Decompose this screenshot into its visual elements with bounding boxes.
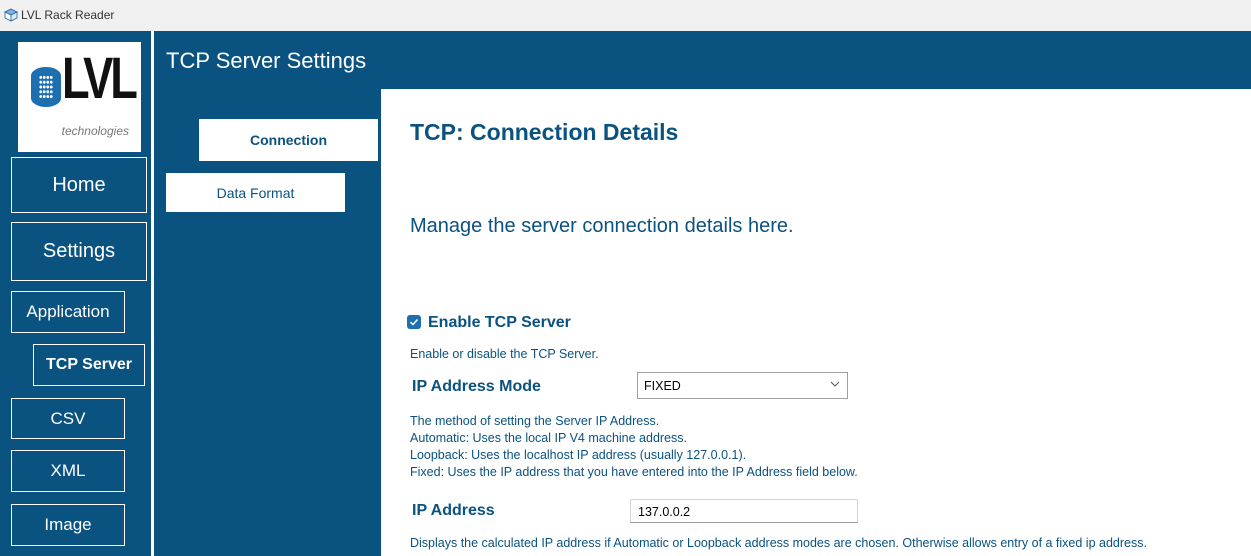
ip-mode-value: FIXED [644,379,681,393]
enable-tcp-label[interactable]: Enable TCP Server [428,314,571,332]
page-header: TCP Server Settings [151,31,1251,89]
ip-mode-help-line: Fixed: Uses the IP address that you have… [410,465,858,479]
tab-data-format[interactable]: Data Format [166,173,345,212]
ip-mode-help-line: Loopback: Uses the localhost IP address … [410,448,747,462]
nav-settings-button[interactable]: Settings [11,222,147,281]
ip-address-help: Displays the calculated IP address if Au… [410,536,1147,550]
ip-mode-select[interactable]: FIXED [637,372,848,399]
ip-mode-help: The method of setting the Server IP Addr… [410,413,858,481]
main-content: TCP: Connection Details Manage the serve… [381,89,1251,556]
window-title: LVL Rack Reader [21,8,115,22]
nav-home-button[interactable]: Home [11,157,147,213]
nav-tcp-server-button[interactable]: TCP Server [33,344,145,386]
box-icon [4,8,18,22]
left-nav: LVL technologies Home Settings Applicati… [0,31,151,556]
settings-subnav: Connection Data Format [151,89,381,556]
logo-brand: LVL [62,46,138,111]
logo-tagline: technologies [61,124,129,138]
nav-csv-button[interactable]: CSV [11,398,125,439]
section-title: TCP: Connection Details [410,119,679,145]
nav-xml-button[interactable]: XML [11,450,125,492]
ip-mode-label: IP Address Mode [412,378,541,395]
section-description: Manage the server connection details her… [410,215,794,237]
enable-tcp-checkbox[interactable] [407,315,421,329]
page-title: TCP Server Settings [166,48,367,73]
ip-mode-help-line: Automatic: Uses the local IP V4 machine … [410,431,687,445]
checkmark-icon [409,318,419,326]
ip-mode-help-line: The method of setting the Server IP Addr… [410,414,660,428]
logo-badge [31,67,61,107]
nav-image-button[interactable]: Image [11,504,125,546]
enable-tcp-help: Enable or disable the TCP Server. [410,347,599,361]
company-logo: LVL technologies [18,42,141,152]
chevron-down-icon [830,381,840,387]
ip-address-value: 137.0.0.2 [638,505,691,519]
ip-address-input[interactable]: 137.0.0.2 [630,499,858,523]
nav-application-button[interactable]: Application [11,291,125,333]
title-bar: LVL Rack Reader [0,0,1251,31]
ip-address-label: IP Address [412,502,495,519]
tab-connection[interactable]: Connection [199,119,378,161]
